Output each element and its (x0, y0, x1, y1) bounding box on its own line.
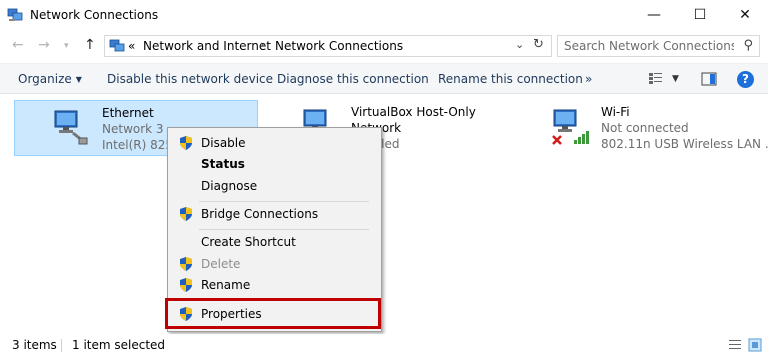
breadcrumb-network-and-internet[interactable]: Network and Internet (143, 39, 271, 53)
address-dropdown-icon[interactable]: ⌄ (515, 38, 524, 51)
menu-separator (199, 201, 369, 202)
more-commands-button[interactable]: » (585, 72, 592, 86)
breadcrumb-overflow[interactable]: « (128, 39, 135, 53)
connection-device: 802.11n USB Wireless LAN ... (601, 137, 768, 151)
back-arrow-icon[interactable]: ← (12, 37, 24, 53)
menu-item-label: Status (201, 157, 245, 171)
help-button[interactable]: ? (737, 71, 754, 88)
organize-label: Organize (18, 72, 72, 86)
view-options-caret-icon[interactable]: ▼ (672, 74, 679, 84)
menu-item-label: Disable (201, 136, 246, 150)
preview-pane-icon[interactable] (701, 72, 717, 86)
uac-shield-icon (180, 207, 192, 221)
wifi-adapter-icon (552, 109, 589, 145)
minimize-button[interactable]: — (631, 0, 677, 31)
menu-item-delete[interactable]: Delete (170, 254, 379, 275)
menu-item-label: Diagnose (201, 179, 258, 193)
title-bar: Network Connections — ☐ ✕ (0, 0, 768, 31)
rename-connection-button[interactable]: Rename this connection (438, 72, 583, 86)
menu-separator (199, 229, 369, 230)
search-input[interactable] (564, 38, 734, 54)
details-view-icon[interactable] (728, 338, 742, 352)
menu-item-status[interactable]: Status (170, 154, 379, 175)
status-bar: 3 items 1 item selected (0, 334, 768, 356)
menu-item-disable[interactable]: Disable (170, 133, 379, 154)
properties-highlight-annotation (165, 298, 381, 329)
selection-count: 1 item selected (72, 338, 166, 352)
network-folder-icon (109, 39, 125, 52)
uac-shield-icon (180, 278, 192, 292)
menu-item-create-shortcut[interactable]: Create Shortcut (170, 232, 379, 253)
menu-item-bridge-connections[interactable]: Bridge Connections (170, 204, 379, 225)
recent-locations-chevron-icon[interactable]: ▾ (64, 41, 69, 51)
menu-item-label: Rename (201, 278, 251, 292)
up-arrow-icon[interactable]: ↑ (84, 37, 96, 53)
large-icons-view-icon[interactable] (748, 338, 762, 352)
refresh-icon[interactable]: ↻ (533, 37, 544, 52)
search-box[interactable]: ⚲ (557, 35, 760, 57)
forward-arrow-icon[interactable]: → (38, 37, 50, 53)
item-count: 3 items (12, 338, 57, 352)
menu-item-label: Bridge Connections (201, 207, 319, 221)
status-divider (61, 339, 62, 352)
uac-shield-icon (180, 136, 192, 150)
connection-name: VirtualBox Host-Only (351, 105, 476, 119)
menu-item-label: Create Shortcut (201, 235, 296, 249)
ethernet-adapter-icon (54, 110, 88, 145)
connection-item-wifi[interactable]: Wi-Fi Not connected 802.11n USB Wireless… (514, 100, 768, 156)
network-connections-app-icon (7, 8, 23, 21)
maximize-button[interactable]: ☐ (677, 0, 723, 31)
organize-caret-icon: ▼ (75, 75, 82, 84)
organize-menu[interactable]: Organize ▼ (18, 72, 82, 86)
window-title: Network Connections (30, 8, 159, 22)
address-bar[interactable]: « Network and Internet › Network Connect… (104, 35, 552, 57)
uac-shield-icon (180, 257, 192, 271)
connection-status: Network 3 (102, 122, 164, 136)
change-view-icon[interactable] (648, 72, 664, 86)
menu-item-rename[interactable]: Rename (170, 275, 379, 296)
menu-item-label: Delete (201, 257, 241, 271)
breadcrumb-network-connections[interactable]: Network Connections (275, 39, 403, 53)
diagnose-connection-button[interactable]: Diagnose this connection (277, 72, 429, 86)
disable-device-button[interactable]: Disable this network device (107, 72, 273, 86)
close-button[interactable]: ✕ (722, 0, 768, 31)
breadcrumb-separator-icon[interactable]: › (260, 38, 264, 51)
command-bar: Organize ▼ Disable this network device Di… (0, 63, 768, 94)
connection-status: Not connected (601, 121, 689, 135)
connection-name: Ethernet (102, 106, 154, 120)
connections-list: Ethernet Network 3 Intel(R) 8257 Virtual… (0, 94, 768, 334)
connection-name: Wi-Fi (601, 105, 630, 119)
search-icon[interactable]: ⚲ (743, 38, 753, 53)
menu-item-diagnose[interactable]: Diagnose (170, 176, 379, 197)
